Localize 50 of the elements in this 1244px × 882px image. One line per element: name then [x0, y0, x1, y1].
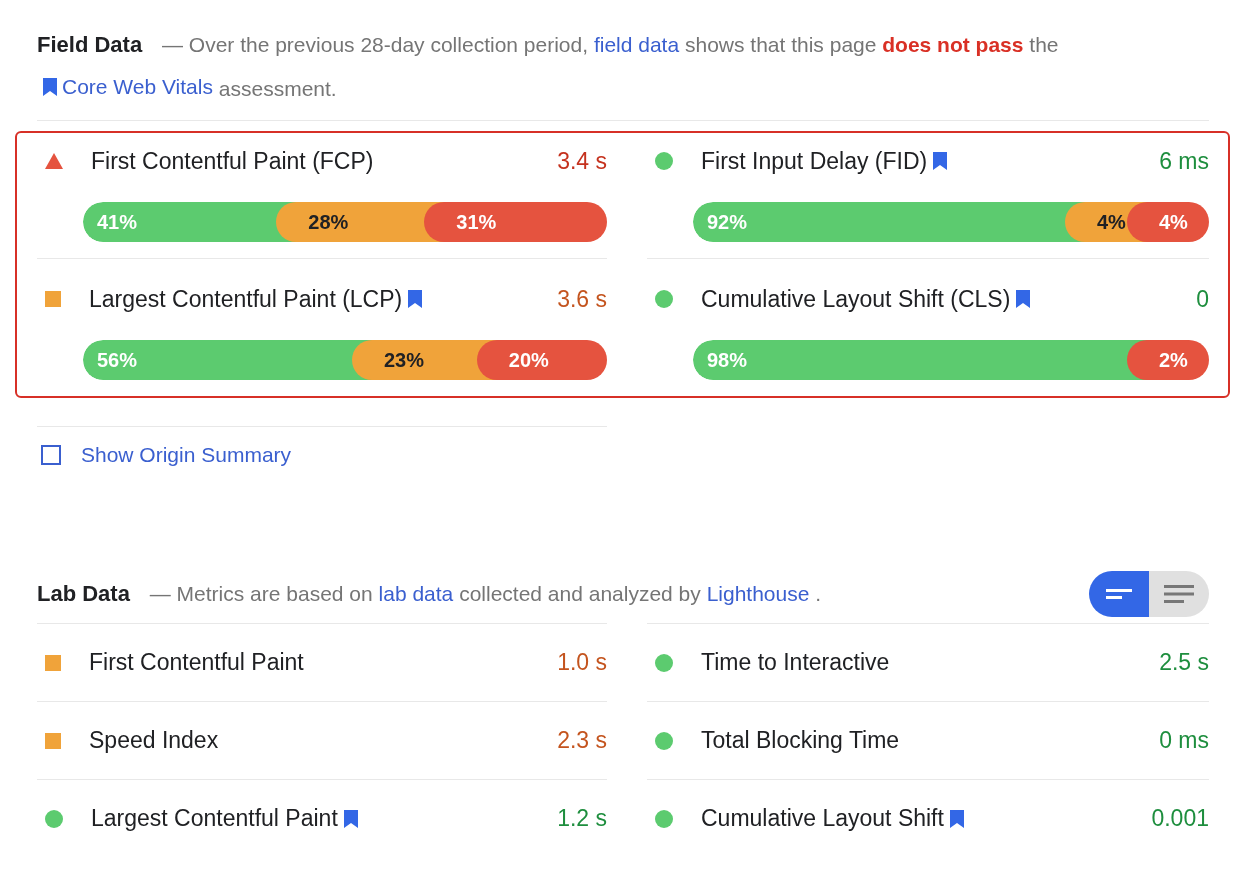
metric-name: Cumulative Layout Shift [701, 805, 944, 832]
metric-name: Speed Index [89, 727, 219, 754]
metric-value: 0 [1196, 285, 1209, 313]
bookmark-icon[interactable] [933, 152, 948, 170]
metric-value: 6 ms [1159, 147, 1209, 175]
bookmark-icon[interactable] [343, 809, 358, 828]
metric-value: 0 ms [1159, 727, 1209, 754]
checkbox-label[interactable]: Show Origin Summary [81, 443, 292, 467]
metric-value: 2.5 s [1159, 649, 1209, 676]
metric-name: Cumulative Layout Shift (CLS) [701, 285, 1011, 313]
bookmark-icon[interactable] [949, 809, 964, 828]
description-text: — Metrics are based on [149, 582, 373, 605]
metric-name: Largest Contentful Paint [91, 805, 338, 832]
description-text: assessment. [218, 77, 337, 100]
metric-value: 1.0 s [557, 649, 607, 676]
bar-segment: 2% [1127, 340, 1209, 380]
lines-icon [1106, 587, 1132, 601]
link[interactable]: lab data [378, 582, 454, 605]
description-text: . [815, 582, 822, 605]
checkbox[interactable] [41, 445, 61, 465]
metric-name: First Input Delay (FID) [701, 147, 928, 175]
compact-view-button[interactable] [1089, 571, 1149, 617]
metric-value: 3.6 s [557, 285, 607, 313]
bar-segment: 31% [424, 202, 607, 242]
metric-name: First Contentful Paint (FCP) [91, 147, 374, 175]
metric-value: 3.4 s [557, 147, 607, 175]
metric-name: First Contentful Paint [89, 649, 304, 676]
bookmark-icon[interactable] [408, 290, 423, 308]
metric-value: 1.2 s [557, 805, 607, 832]
metric-value: 2.3 s [557, 727, 607, 754]
link[interactable]: Lighthouse [706, 582, 810, 605]
section-title: Lab Data [37, 581, 130, 606]
link[interactable]: Core Web Vitals [62, 66, 213, 108]
metric-name: Total Blocking Time [701, 727, 900, 754]
bookmark-icon[interactable] [43, 78, 57, 96]
bar-segment: 20% [476, 340, 607, 380]
section-title: Field Data [37, 32, 143, 57]
description-text: collected and analyzed by [459, 582, 701, 605]
metric-name: Largest Contentful Paint (LCP) [89, 285, 403, 313]
metric-value: 0.001 [1151, 805, 1209, 832]
metric-name: Time to Interactive [701, 649, 890, 676]
description-text: — Over the previous 28-day collection period, [162, 33, 589, 56]
status-text: does not pass [882, 33, 1024, 56]
link[interactable]: field data [593, 33, 680, 56]
description-text: the [1029, 33, 1059, 56]
lines-icon [1164, 584, 1194, 604]
bar-segment: 4% [1127, 202, 1209, 242]
description-text: shows that this page [684, 33, 877, 56]
bookmark-icon[interactable] [1016, 290, 1031, 308]
expanded-view-button[interactable] [1149, 571, 1209, 617]
